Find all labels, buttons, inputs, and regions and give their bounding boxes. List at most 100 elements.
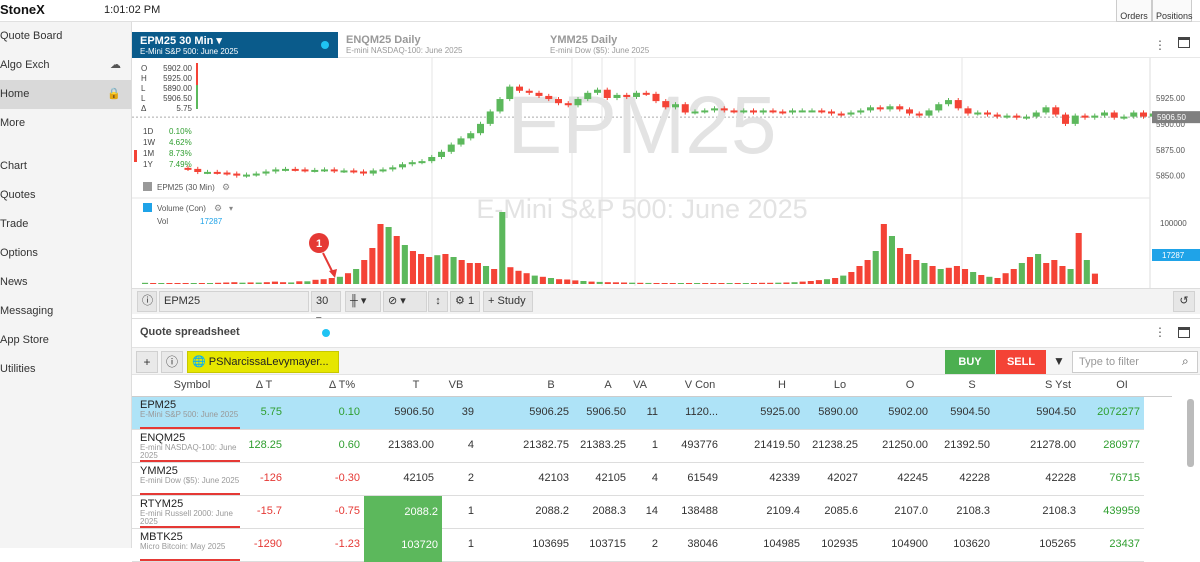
sidebar-item-quotes[interactable]: Quotes [0,181,131,210]
kebab-icon[interactable]: ⋮ [1154,38,1166,52]
series-legend[interactable]: EPM25 (30 Min) ⚙ [143,182,230,192]
add-button[interactable]: + [136,351,158,373]
column-header[interactable]: O [890,379,930,391]
column-header[interactable]: Δ T [244,379,284,391]
resize-vertical-icon[interactable]: ↕ [428,291,448,312]
candle-body [691,111,699,114]
table-row[interactable]: RTYM25 E-mini Russell 2000: June 2025 -15.… [132,496,1144,529]
kebab-icon[interactable]: ⋮ [1154,325,1166,339]
candle-body [701,110,709,113]
filter-icon[interactable]: ▼ [1048,351,1070,373]
table-row[interactable]: EPM25 E-Mini S&P 500: June 2025 5.75 0.10 59… [132,397,1144,430]
table-row[interactable]: YMM25 E-mini Dow ($5): June 2025 -126 -0.30… [132,463,1144,496]
cell-vcon: 38046 [687,538,718,550]
gear-icon[interactable]: ⚙ [214,203,222,213]
volume-bar [718,283,725,284]
volume-bar [905,254,912,284]
cell-lo: 21238.25 [812,439,858,451]
sidebar-item-quote-board[interactable]: Quote Board [0,22,131,51]
sidebar-item-trade[interactable]: Trade [0,210,131,239]
candle-body [974,112,982,115]
cell-dt: -15.7 [256,505,282,517]
tab-epm25[interactable]: EPM25 30 Min ▾ E-Mini S&P 500: June 2025 [132,32,338,58]
cell-va: 1 [651,439,658,451]
sidebar-item-label: News [0,276,28,288]
candle-body [496,99,504,112]
volume-bar [1026,257,1034,284]
buy-button[interactable]: BUY [945,350,995,374]
candle-body [798,110,806,113]
filter-input[interactable]: Type to filter [1072,351,1198,373]
sidebar-item-chart[interactable]: Chart [0,152,131,181]
candle-body [730,110,738,113]
sidebar-item-app-store[interactable]: App Store [0,326,131,355]
gear-icon[interactable]: ⚙ [222,182,230,192]
sidebar-item-utilities[interactable]: Utilities [0,355,131,384]
chevron-down-icon[interactable]: ▾ [216,35,222,47]
sell-button[interactable]: SELL [996,350,1046,374]
visibility-select[interactable]: ⊘ ▾ [383,291,427,312]
column-header[interactable]: B [531,379,571,391]
chevron-down-icon[interactable]: ▾ [229,204,233,213]
column-header[interactable]: VB [436,379,476,391]
column-header[interactable]: S [952,379,992,391]
column-header[interactable]: VA [620,379,660,391]
price-chart[interactable]: EPM25 E-Mini S&P 500: June 2025 5925.005… [132,58,1200,288]
volume-bar [1083,260,1090,284]
column-header[interactable]: H [762,379,802,391]
sidebar-item-more[interactable]: More [0,109,131,138]
table-row[interactable]: MBTK25 Micro Bitcoin: May 2025 -1290 -1.23 1… [132,529,1144,562]
interval-select[interactable]: 30 ▾ [311,291,341,326]
volume-legend[interactable]: Volume (Con) ⚙ ▾ Vol 17287 [143,203,233,226]
scrollbar[interactable] [1187,399,1194,467]
top-bar: StoneX 1:01:02 PM Orders Positions [0,0,1200,22]
ohlc-label: Δ [141,104,147,113]
sidebar-item-messaging[interactable]: Messaging [0,297,131,326]
ohlc-value: 5925.00 [163,74,192,83]
studies-button[interactable]: ⚙ 1 [450,291,480,312]
volume-bar [970,272,977,284]
window-icon[interactable] [1178,37,1190,48]
ohlc-label: O [141,64,147,73]
chart-panel: EPM25 30 Min ▾ E-Mini S&P 500: June 2025… [132,32,1200,326]
symbol-input[interactable]: EPM25 [159,291,309,312]
candle-body [1013,115,1021,118]
sidebar-item-algo-exch[interactable]: Algo Exch ☁ [0,51,131,80]
column-header[interactable]: T [396,379,436,391]
column-header[interactable]: Lo [820,379,860,391]
positions-button[interactable]: Positions [1152,0,1193,22]
cloud-icon: ☁ [110,59,121,71]
candle-body [1062,114,1069,124]
candle-body [818,110,826,113]
sidebar-item-home[interactable]: Home 🔒 [0,80,131,109]
candle-type-select[interactable]: ╫ ▾ [345,291,381,312]
column-header[interactable]: Δ T% [322,379,362,391]
column-header[interactable]: OI [1102,379,1142,391]
volume-bar [385,227,392,284]
chart-tab-bar: EPM25 30 Min ▾ E-Mini S&P 500: June 2025… [132,32,1200,58]
add-study-button[interactable]: + Study [483,291,533,312]
table-row[interactable]: ENQM25 E-mini NASDAQ-100: June 2025 128.25… [132,430,1144,463]
orders-button[interactable]: Orders [1116,0,1152,22]
column-header[interactable]: V Con [680,379,720,391]
info-icon[interactable]: ⓘ [161,351,183,373]
candle-body [681,104,689,113]
column-header[interactable]: Symbol [172,379,212,391]
info-icon[interactable]: ⓘ [137,291,157,312]
volume-bar [921,263,928,284]
volume-bar [750,283,757,284]
tab-ymm25[interactable]: YMM25 Daily E-mini Dow ($5): June 2025 [542,32,742,58]
sidebar-item-options[interactable]: Options [0,239,131,268]
sidebar-item-news[interactable]: News [0,268,131,297]
watchlist-name[interactable]: 🌐 PSNarcissaLevymayer... [187,351,339,373]
reset-icon[interactable]: ↺ [1173,291,1195,312]
window-icon[interactable] [1178,327,1190,338]
column-header[interactable]: S Yst [1038,379,1078,391]
gear-icon: ⚙ [455,295,465,307]
cell-oi: 439959 [1103,505,1140,517]
cell-b: 42103 [538,472,569,484]
tab-enqm25[interactable]: ENQM25 Daily E-mini NASDAQ-100: June 202… [338,32,538,58]
volume-bar [685,283,693,284]
annotation-marker[interactable]: 1 [309,233,337,278]
volume-bar [377,224,384,284]
